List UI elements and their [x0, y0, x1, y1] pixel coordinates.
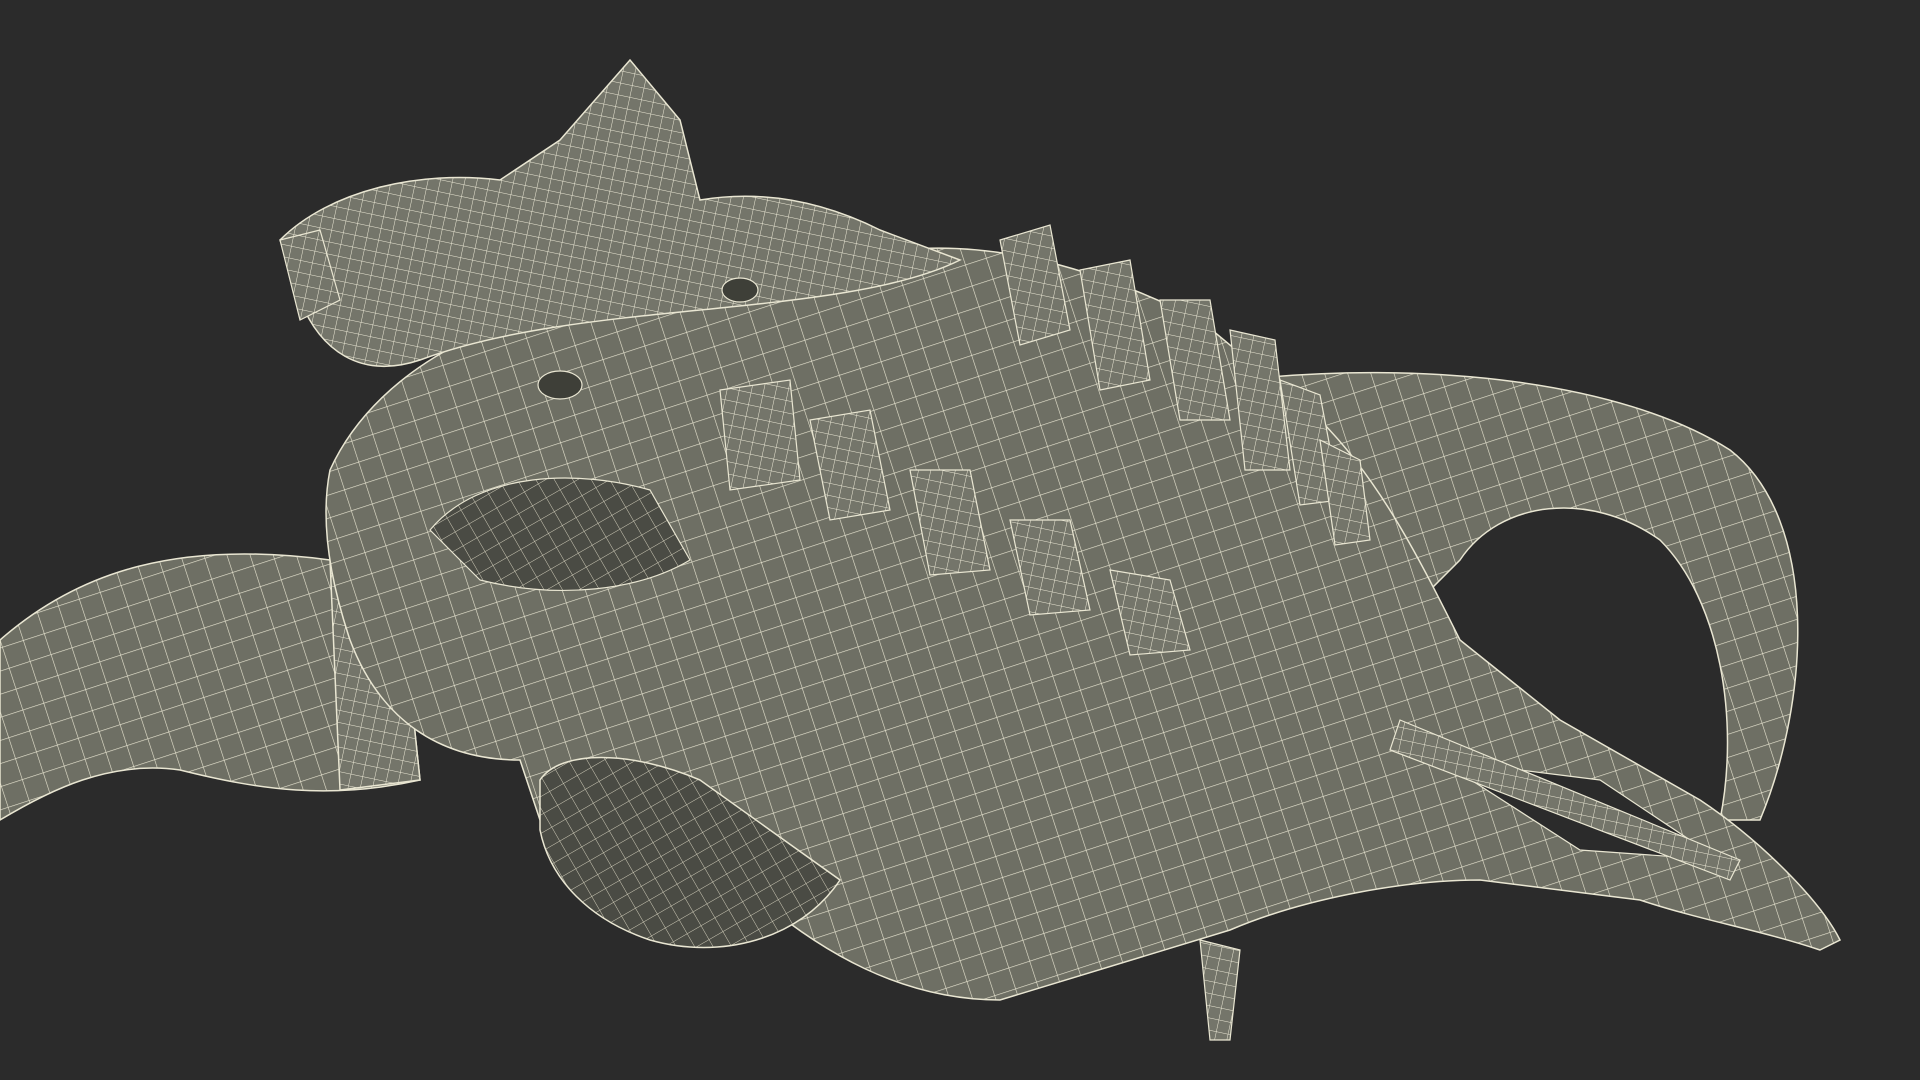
skull-body	[325, 247, 1842, 1001]
lower-fang	[1199, 939, 1241, 1041]
render-viewport	[0, 0, 1920, 1080]
eye-socket-upper	[537, 370, 583, 400]
eye-socket-small	[721, 277, 759, 303]
skull-wireframe-render	[0, 58, 1842, 1041]
